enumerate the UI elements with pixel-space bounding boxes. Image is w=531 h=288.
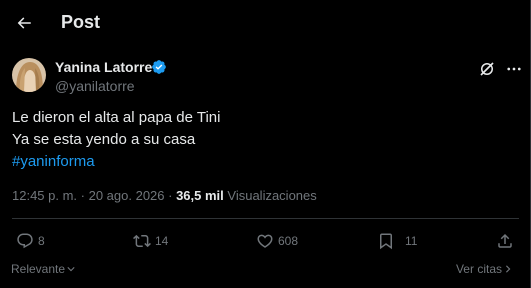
hashtag-link[interactable]: #yaninforma: [12, 151, 220, 173]
more-options-button[interactable]: [503, 58, 525, 80]
tweet-line: Ya se esta yendo a su casa: [12, 131, 196, 148]
view-quotes-link[interactable]: Ver citas: [456, 262, 512, 276]
sort-dropdown[interactable]: Relevante: [11, 262, 75, 276]
reply-count: 8: [38, 234, 45, 248]
tweet-text: Le dieron el alta al papa de Tini Ya se …: [12, 107, 220, 173]
tweet-date[interactable]: 20 ago. 2026: [89, 188, 165, 203]
chevron-right-icon: [506, 265, 511, 273]
page-title: Post: [61, 12, 101, 32]
arrow-left-icon: [17, 17, 31, 29]
avatar-photo: [12, 58, 46, 92]
author-name[interactable]: Yanina Latorre: [55, 59, 152, 75]
like-button[interactable]: 608: [256, 231, 298, 251]
repost-count: 14: [155, 234, 169, 248]
tweet-time[interactable]: 12:45 p. m.: [12, 188, 77, 203]
grok-button[interactable]: [476, 58, 498, 80]
back-button[interactable]: [9, 8, 39, 38]
bookmark-button[interactable]: 11: [377, 231, 417, 251]
verified-badge-icon: [152, 60, 166, 74]
reply-icon: [17, 233, 33, 249]
divider: [12, 218, 519, 219]
chevron-down-icon: [67, 267, 75, 272]
tweet-line: Le dieron el alta al papa de Tini: [12, 109, 221, 126]
share-button[interactable]: [496, 231, 514, 251]
repost-icon: [133, 234, 151, 248]
bookmark-count: 11: [405, 234, 418, 248]
view-quotes-label: Ver citas: [455, 262, 502, 276]
grok-icon: [480, 62, 494, 76]
header: Post: [0, 0, 531, 46]
more-horizontal-icon: [507, 67, 521, 71]
share-icon: [498, 233, 512, 248]
repost-button[interactable]: 14: [133, 231, 168, 251]
bookmark-icon: [380, 233, 392, 250]
tweet-meta: 12:45 p. m. · 20 ago. 2026 · 36,5 mil Vi…: [12, 188, 317, 203]
author-handle[interactable]: @yanilatorre: [55, 78, 135, 94]
sort-label: Relevante: [11, 262, 66, 276]
heart-icon: [257, 234, 273, 248]
views-label: Visualizaciones: [223, 188, 317, 203]
reply-button[interactable]: 8: [16, 231, 45, 251]
meta-separator: ·: [77, 188, 89, 203]
like-count: 608: [278, 234, 299, 248]
views-count: 36,5 mil: [176, 188, 224, 203]
avatar[interactable]: [12, 58, 46, 92]
meta-separator: ·: [164, 188, 177, 203]
post-page: Post Yanina Latorre @yanilatorre Le dier…: [0, 0, 531, 288]
